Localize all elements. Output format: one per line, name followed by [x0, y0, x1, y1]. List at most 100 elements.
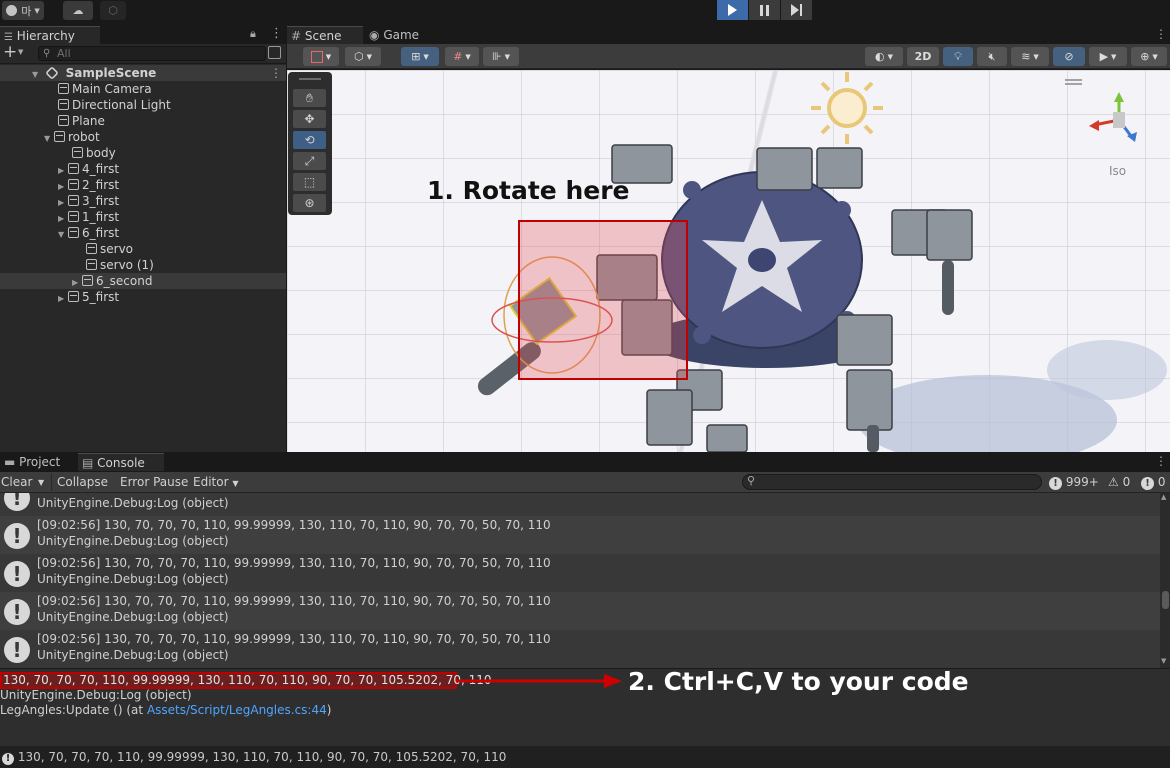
tree-row[interactable]: ▶ 3_first [0, 193, 286, 209]
error-count: 0 [1157, 475, 1166, 489]
chevron-down-icon: ▼ [504, 52, 510, 61]
kebab-menu-icon[interactable]: ⋮ [1155, 27, 1167, 41]
search-icon: ⚲ [43, 48, 51, 59]
warning-count-toggle[interactable]: ⚠ 0 [1108, 474, 1130, 491]
log-message: [09:02:56] 130, 70, 70, 70, 110, 99.9999… [37, 632, 551, 646]
step-button[interactable] [781, 0, 812, 20]
log-entry[interactable]: ! UnityEngine.Debug:Log (object) [0, 493, 1160, 516]
script-link[interactable]: Assets/Script/LegAngles.cs:44 [147, 703, 327, 717]
lock-icon[interactable]: 🔒︎ [250, 27, 256, 41]
drag-handle[interactable] [299, 78, 321, 80]
tree-row[interactable]: ▼ robot [0, 129, 286, 145]
log-source: UnityEngine.Debug:Log (object) [37, 534, 229, 548]
console-scrollbar[interactable]: ▲ ▼ [1160, 493, 1170, 668]
tree-row[interactable]: servo (1) [0, 257, 286, 273]
collab-button[interactable]: ⬡ [100, 1, 126, 20]
add-button[interactable]: + [3, 42, 17, 62]
hand-icon: ✋︎ [306, 90, 313, 105]
tree-row[interactable]: Main Camera [0, 81, 286, 97]
clear-button[interactable]: Clear [1, 474, 32, 491]
pause-button[interactable] [749, 0, 780, 20]
tree-row-label: 6_second [96, 274, 153, 288]
status-bar[interactable]: ! 130, 70, 70, 70, 110, 99.99999, 130, 1… [0, 746, 1170, 768]
2d-toggle[interactable]: 2D [907, 47, 939, 66]
tree-row[interactable]: ▼ 6_first [0, 225, 286, 241]
log-entry[interactable]: ! [09:02:56] 130, 70, 70, 70, 110, 99.99… [0, 592, 1160, 630]
grid-snap-dropdown[interactable]: # ▼ [445, 47, 479, 66]
tree-row[interactable]: ▶ 2_first [0, 177, 286, 193]
console-log-list[interactable]: ! UnityEngine.Debug:Log (object) ! [09:0… [0, 493, 1160, 668]
console-detail-pane[interactable]: 130, 70, 70, 70, 110, 99.99999, 130, 110… [0, 667, 1170, 746]
gamepad-icon: ◉ [369, 28, 380, 42]
info-icon: ! [4, 599, 30, 625]
tab-console[interactable]: ▤ Console [78, 453, 164, 471]
log-entry[interactable]: ! [09:02:56] 130, 70, 70, 70, 110, 99.99… [0, 554, 1160, 592]
tab-hierarchy-label: Hierarchy [16, 29, 75, 43]
tree-row[interactable]: ▶ 5_first [0, 289, 286, 305]
snap-toggle[interactable]: ⊞ ▼ [401, 47, 439, 66]
gizmos-dropdown[interactable]: ⊕ ▼ [1131, 47, 1167, 66]
cloud-button[interactable]: ☁ [63, 1, 93, 20]
collapse-button[interactable]: Collapse [57, 474, 108, 491]
detail-message[interactable]: 130, 70, 70, 70, 110, 99.99999, 130, 110… [3, 673, 492, 687]
tree-row[interactable]: Directional Light [0, 97, 286, 113]
rotate-tool-button[interactable]: ⟲ [293, 131, 326, 149]
audio-toggle[interactable]: 🔇︎ [977, 47, 1007, 66]
hand-tool-button[interactable]: ✋︎ [293, 89, 326, 107]
visibility-toggle[interactable]: ⊘ [1053, 47, 1085, 66]
tree-row[interactable]: ▶ 1_first [0, 209, 286, 225]
kebab-menu-icon[interactable]: ⋮ [1155, 454, 1167, 468]
error-count-toggle[interactable]: ! 0 [1141, 474, 1165, 491]
hierarchy-panel: ☰ Hierarchy 🔒︎ ⋮ + ▼ ⚲ All ▼ SampleScene… [0, 26, 286, 452]
log-entry[interactable]: ! [09:02:56] 130, 70, 70, 70, 110, 99.99… [0, 630, 1160, 668]
draw-mode-dropdown[interactable]: ▼ [303, 47, 339, 66]
play-button[interactable] [717, 0, 748, 20]
lighting-toggle[interactable]: 💡︎ [943, 47, 973, 66]
gameobject-icon [58, 99, 69, 110]
unity-scene-icon [45, 66, 59, 80]
log-entry[interactable]: ! [09:02:56] 130, 70, 70, 70, 110, 99.99… [0, 516, 1160, 554]
tab-project[interactable]: ▬ Project [0, 453, 76, 471]
tab-game[interactable]: ◉ Game [365, 26, 435, 44]
shading-dropdown[interactable]: ⬡ ▼ [345, 47, 381, 66]
effects-dropdown[interactable]: ≋ ▼ [1011, 47, 1049, 66]
hierarchy-search-input[interactable]: ⚲ All [38, 46, 266, 61]
scene-viewport[interactable]: Iso [287, 70, 1170, 452]
scrollbar-thumb[interactable] [1162, 591, 1169, 609]
scale-tool-button[interactable]: ⤢ [293, 152, 326, 170]
kebab-menu-icon[interactable]: ⋮ [270, 26, 283, 41]
editor-dropdown[interactable]: Editor ▼ [193, 474, 239, 491]
tree-row-selected[interactable]: ▶ 6_second [0, 273, 286, 289]
gizmo-dropdown[interactable]: ◐ ▼ [865, 47, 903, 66]
tree-row[interactable]: servo [0, 241, 286, 257]
tree-row-scene[interactable]: ▼ SampleScene ⋮ [0, 65, 286, 81]
projection-label[interactable]: Iso [1109, 164, 1126, 178]
tab-scene[interactable]: # Scene [287, 26, 363, 44]
tree-row[interactable]: ▶ 4_first [0, 161, 286, 177]
scroll-down-icon[interactable]: ▼ [1161, 657, 1166, 665]
account-dropdown[interactable]: 마 ▼ [2, 1, 44, 20]
editor-label: Editor [193, 475, 229, 489]
chevron-down-icon[interactable]: ▼ [18, 48, 23, 56]
kebab-menu-icon[interactable]: ⋮ [270, 65, 282, 81]
tree-row[interactable]: body [0, 145, 286, 161]
move-tool-button[interactable]: ✥ [293, 110, 326, 128]
expand-arrow-icon[interactable]: ▶ [58, 291, 68, 307]
error-pause-button[interactable]: Error Pause [120, 474, 188, 491]
orientation-gizmo[interactable] [1089, 92, 1137, 142]
log-source: UnityEngine.Debug:Log (object) [37, 648, 229, 662]
tree-row[interactable]: Plane [0, 113, 286, 129]
scroll-up-icon[interactable]: ▲ [1161, 493, 1166, 501]
gameobject-icon [68, 211, 79, 222]
move-icon: ✥ [304, 112, 315, 126]
transform-tool-button[interactable]: ⊛ [293, 194, 326, 212]
console-search-input[interactable]: ⚲ [742, 474, 1042, 490]
rect-tool-button[interactable]: ⬚ [293, 173, 326, 191]
chevron-down-icon[interactable]: ▼ [38, 474, 44, 491]
increment-snap-dropdown[interactable]: ⊪ ▼ [483, 47, 519, 66]
console-toolbar: Clear ▼ Collapse Error Pause Editor ▼ ⚲ … [0, 472, 1170, 493]
log-count-toggle[interactable]: ! 999+ [1049, 474, 1099, 491]
camera-dropdown[interactable]: ▶ ▼ [1089, 47, 1127, 66]
search-options-icon[interactable] [268, 46, 281, 59]
folder-icon: ▬ [4, 455, 16, 469]
